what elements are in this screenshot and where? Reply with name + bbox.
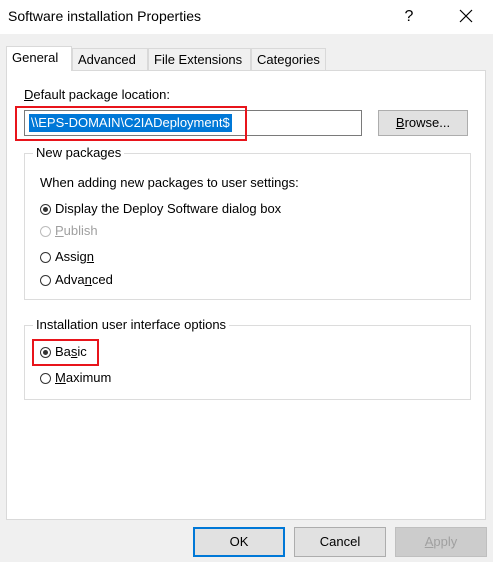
window-title: Software installation Properties: [8, 8, 201, 24]
new-packages-title: New packages: [33, 145, 125, 160]
highlight-box-location: [15, 106, 247, 141]
radio-maximum[interactable]: [40, 373, 51, 384]
radio-advanced[interactable]: [40, 275, 51, 286]
highlight-box-basic: [32, 339, 99, 366]
browse-button[interactable]: Browse...: [378, 110, 468, 136]
tab-general[interactable]: General: [6, 46, 72, 71]
help-button[interactable]: ?: [395, 4, 423, 30]
radio-publish[interactable]: [40, 226, 51, 237]
option-advanced-label: Advanced: [55, 272, 113, 287]
tab-file-extensions[interactable]: File Extensions: [148, 48, 251, 70]
tab-advanced[interactable]: Advanced: [72, 48, 148, 70]
new-packages-subtitle: When adding new packages to user setting…: [40, 175, 299, 190]
tab-advanced-label: Advanced: [78, 52, 136, 67]
tab-general-label: General: [12, 50, 59, 65]
option-assign-label: Assign: [55, 249, 95, 264]
cancel-button[interactable]: Cancel: [294, 527, 386, 557]
option-publish-label: Publish: [55, 223, 98, 238]
apply-button[interactable]: Apply: [395, 527, 487, 557]
radio-assign[interactable]: [40, 252, 51, 263]
option-display-deploy-dialog-label: Display the Deploy Software dialog box: [55, 201, 282, 216]
radio-display-deploy-dialog[interactable]: [40, 204, 51, 215]
close-icon: [459, 9, 473, 23]
tab-categories-label: Categories: [257, 52, 320, 67]
default-location-label: Default package location:: [24, 87, 170, 102]
ok-button[interactable]: OK: [193, 527, 285, 557]
option-maximum-label: Maximum: [55, 370, 112, 385]
install-ui-options-title: Installation user interface options: [33, 317, 230, 332]
tab-categories[interactable]: Categories: [251, 48, 326, 70]
close-button[interactable]: [452, 4, 480, 30]
tab-file-extensions-label: File Extensions: [154, 52, 243, 67]
